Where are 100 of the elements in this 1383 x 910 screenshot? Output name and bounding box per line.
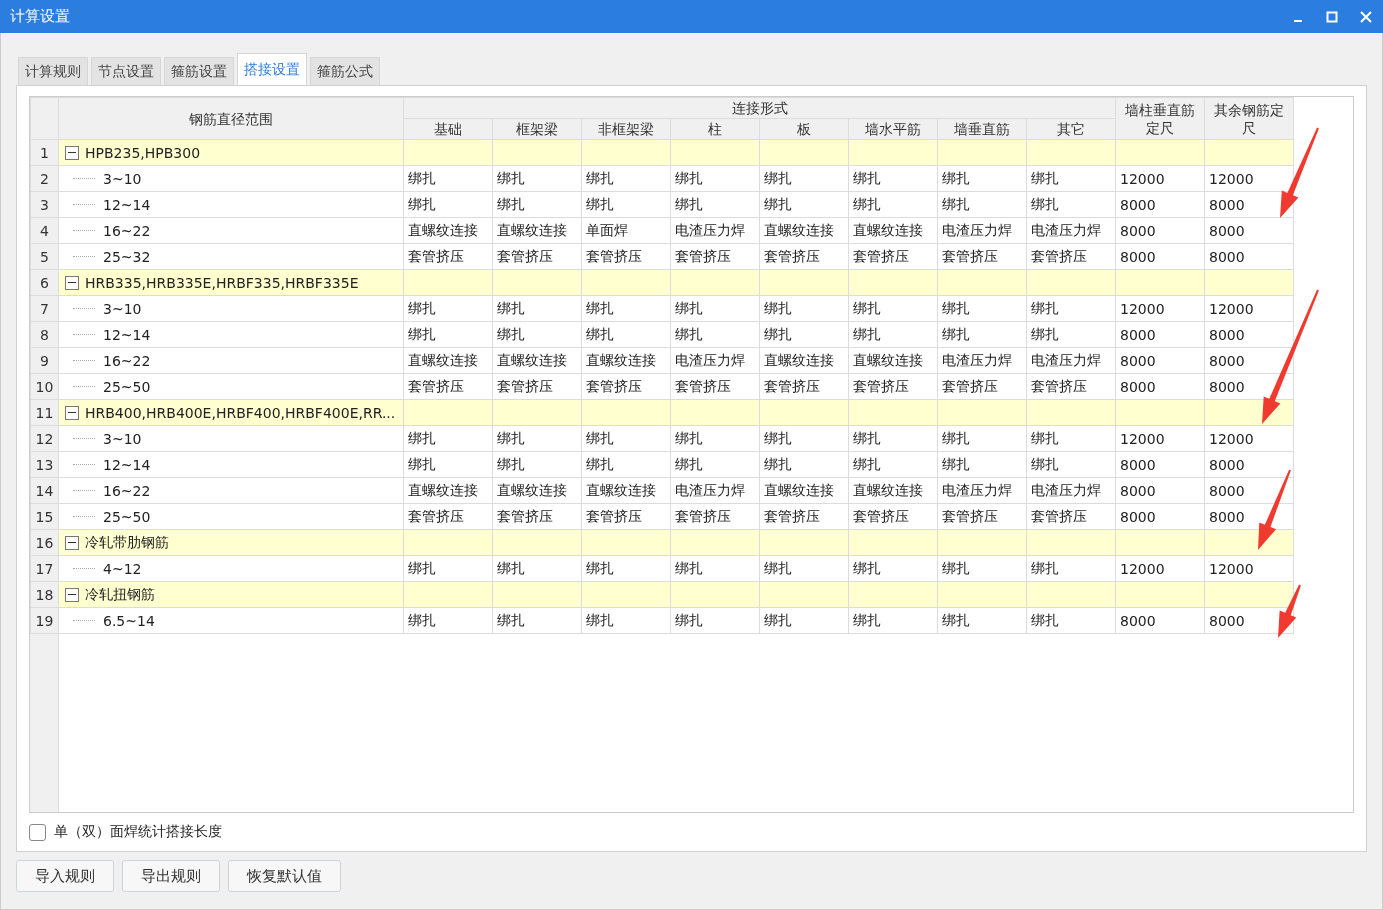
- collapse-toggle[interactable]: [65, 405, 79, 420]
- table-cell: 电渣压力焊: [670, 477, 760, 504]
- row-number: 4: [30, 217, 59, 244]
- table-cell: 单面焊: [581, 217, 671, 244]
- group-label: HPB235,HPB300: [85, 144, 201, 161]
- tab[interactable]: 搭接设置: [237, 53, 307, 85]
- table-cell: 套管挤压: [1026, 373, 1116, 400]
- table-cell: 绑扎: [492, 425, 582, 452]
- table-cell: 绑扎: [937, 451, 1027, 478]
- table-cell: 绑扎: [581, 607, 671, 634]
- table-cell: 套管挤压: [670, 243, 760, 270]
- range-label: 16~22: [103, 482, 151, 499]
- table-cell: 绑扎: [759, 451, 849, 478]
- table-cell: 8000: [1115, 503, 1205, 530]
- table-cell: 直螺纹连接: [492, 347, 582, 374]
- table-cell: 绑扎: [1026, 321, 1116, 348]
- action-button[interactable]: 导出规则: [122, 860, 220, 892]
- table-cell: 12000: [1115, 425, 1205, 452]
- table-cell: 12000: [1115, 165, 1205, 192]
- table-cell: 8000: [1115, 451, 1205, 478]
- row-number: 14: [30, 477, 59, 504]
- range-label: 25~32: [103, 248, 151, 265]
- annotation-arrow: [1278, 584, 1301, 638]
- table-cell: 绑扎: [848, 451, 938, 478]
- table-cell: 电渣压力焊: [1026, 477, 1116, 504]
- range-label: 12~14: [103, 196, 151, 213]
- group-label: 冷轧扭钢筋: [85, 585, 155, 604]
- table-cell: 绑扎: [937, 607, 1027, 634]
- table-cell: 套管挤压: [937, 373, 1027, 400]
- column-header: 墙柱垂直筋 定尺: [1115, 97, 1205, 140]
- table-cell: 绑扎: [937, 295, 1027, 322]
- tab[interactable]: 节点设置: [91, 57, 161, 85]
- table-cell: 绑扎: [403, 191, 493, 218]
- table-cell: 套管挤压: [759, 373, 849, 400]
- table-cell: 绑扎: [848, 295, 938, 322]
- table-cell: 绑扎: [759, 555, 849, 582]
- table-cell: 绑扎: [759, 295, 849, 322]
- table-cell: 绑扎: [848, 191, 938, 218]
- table-cell: 电渣压力焊: [937, 217, 1027, 244]
- collapse-toggle[interactable]: [65, 275, 79, 290]
- table-cell: 直螺纹连接: [581, 347, 671, 374]
- table-cell: 绑扎: [670, 425, 760, 452]
- table-cell: 绑扎: [937, 191, 1027, 218]
- table-cell: 直螺纹连接: [581, 477, 671, 504]
- action-button[interactable]: 导入规则: [16, 860, 114, 892]
- table-cell: 8000: [1204, 217, 1294, 244]
- table-cell: 绑扎: [1026, 295, 1116, 322]
- table-cell: 直螺纹连接: [848, 477, 938, 504]
- group-label: 冷轧带肋钢筋: [85, 533, 169, 552]
- table-cell: 8000: [1115, 477, 1205, 504]
- action-button[interactable]: 恢复默认值: [228, 860, 341, 892]
- table-cell: 绑扎: [581, 165, 671, 192]
- tab[interactable]: 箍筋设置: [164, 57, 234, 85]
- range-label: 3~10: [103, 430, 142, 447]
- row-number: 8: [30, 321, 59, 348]
- range-label: 12~14: [103, 456, 151, 473]
- table-cell: 套管挤压: [937, 503, 1027, 530]
- row-number: 7: [30, 295, 59, 322]
- column-header: 其余钢筋定 尺: [1204, 97, 1294, 140]
- table-cell: 绑扎: [1026, 165, 1116, 192]
- table-cell: 套管挤压: [848, 503, 938, 530]
- row-number: 1: [30, 139, 59, 166]
- table-cell: 套管挤压: [581, 373, 671, 400]
- table-cell: 绑扎: [670, 321, 760, 348]
- table-cell: 12000: [1204, 555, 1294, 582]
- table-cell: 套管挤压: [1026, 243, 1116, 270]
- table-cell: 绑扎: [937, 165, 1027, 192]
- table-cell: 绑扎: [492, 555, 582, 582]
- table-cell: 套管挤压: [1026, 503, 1116, 530]
- table-cell: 绑扎: [403, 607, 493, 634]
- table-cell: 绑扎: [759, 165, 849, 192]
- collapse-toggle[interactable]: [65, 145, 79, 160]
- table-cell: 绑扎: [670, 607, 760, 634]
- tab[interactable]: 计算规则: [18, 57, 88, 85]
- table-cell: 直螺纹连接: [759, 477, 849, 504]
- table-cell: 绑扎: [937, 425, 1027, 452]
- table-cell: 绑扎: [492, 321, 582, 348]
- table-cell: 绑扎: [581, 425, 671, 452]
- table-cell: 绑扎: [581, 295, 671, 322]
- table-cell: 直螺纹连接: [403, 217, 493, 244]
- table-cell: 绑扎: [670, 165, 760, 192]
- table-cell: 套管挤压: [492, 503, 582, 530]
- collapse-toggle[interactable]: [65, 587, 79, 602]
- table-cell: 电渣压力焊: [937, 477, 1027, 504]
- table-cell: 绑扎: [403, 295, 493, 322]
- close-icon[interactable]: [1359, 9, 1373, 24]
- table-cell: 绑扎: [492, 191, 582, 218]
- table-cell: 绑扎: [403, 425, 493, 452]
- table-cell: 绑扎: [403, 321, 493, 348]
- table-cell: 绑扎: [403, 451, 493, 478]
- table-cell: 绑扎: [848, 555, 938, 582]
- table-cell: 12000: [1115, 555, 1205, 582]
- checkbox[interactable]: [29, 823, 46, 841]
- table-cell: 绑扎: [492, 165, 582, 192]
- tab[interactable]: 箍筋公式: [310, 57, 380, 85]
- collapse-toggle[interactable]: [65, 535, 79, 550]
- checkbox-label: 单（双）面焊统计搭接长度: [54, 823, 222, 841]
- maximize-icon[interactable]: [1325, 9, 1339, 24]
- table-cell: 绑扎: [581, 555, 671, 582]
- table-cell: 绑扎: [403, 555, 493, 582]
